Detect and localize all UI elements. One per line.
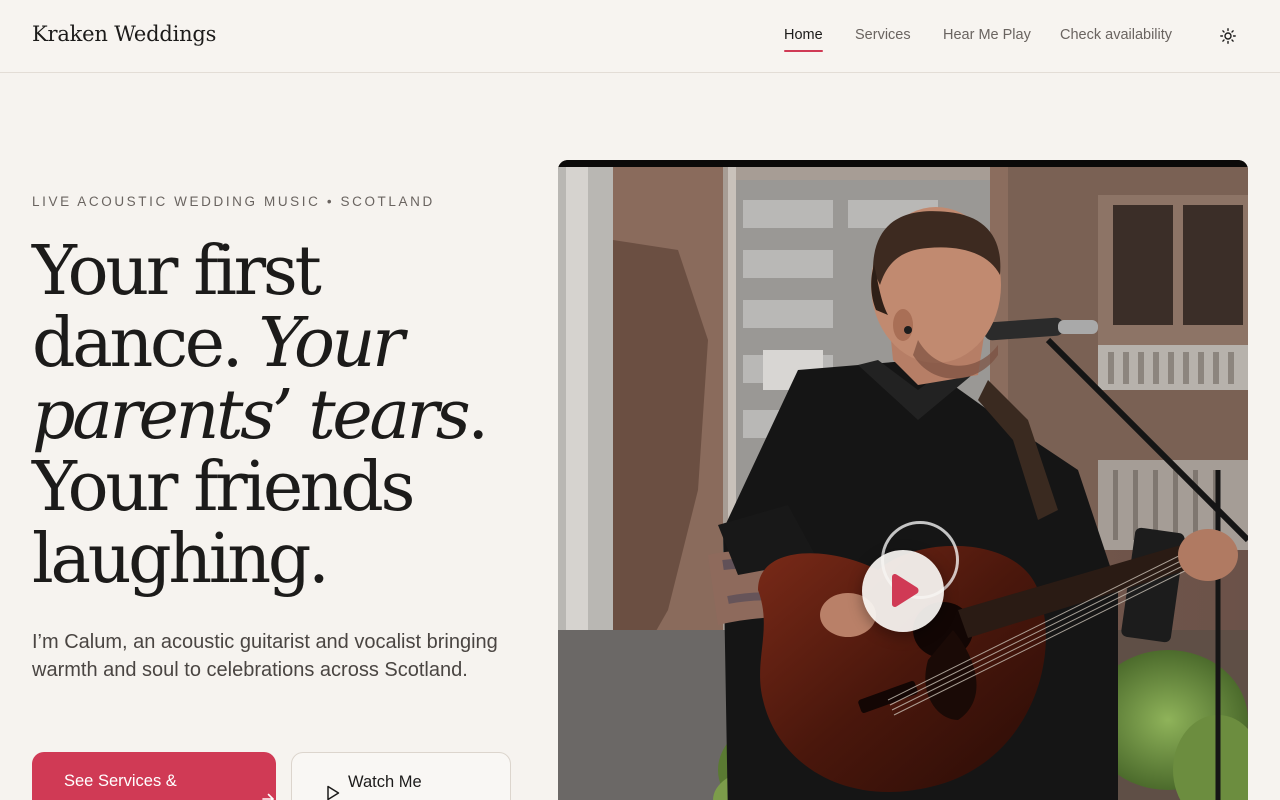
see-services-label: See Services &	[64, 772, 177, 790]
headline-line-1: Your first	[32, 232, 322, 311]
headline-line-3-plain: .	[467, 376, 489, 455]
hero-intro: I’m Calum, an acoustic guitarist and voc…	[32, 631, 498, 681]
hero-video[interactable]	[558, 160, 1248, 800]
nav-home-label: Home	[784, 27, 823, 43]
headline-line-2-italic: Your	[258, 304, 404, 383]
video-play-button[interactable]	[862, 550, 944, 632]
headline-line-2-plain: dance.	[32, 304, 259, 383]
headline-line-3: parents’ tears.	[32, 380, 532, 452]
nav-hear-me-play-label: Hear Me Play	[943, 27, 1031, 43]
nav-home[interactable]: Home	[784, 27, 823, 52]
nav-hear-me-play[interactable]: Hear Me Play	[943, 27, 1031, 43]
nav-services[interactable]: Services	[855, 27, 911, 43]
hero-headline: Your first dance. Your parents’ tears. Y…	[32, 236, 532, 596]
video-frame-image	[558, 160, 1248, 800]
nav-check-availability[interactable]: Check availability	[1060, 27, 1172, 43]
headline-line-4: Your friends	[32, 448, 415, 527]
site-header: Kraken Weddings Home Services Hear Me Pl…	[0, 0, 1280, 73]
play-icon	[892, 574, 919, 607]
theme-toggle-button[interactable]	[1216, 24, 1240, 48]
see-services-button[interactable]: See Services &	[32, 752, 276, 800]
arrow-right-icon	[262, 793, 274, 800]
headline-line-2: dance. Your	[32, 308, 532, 380]
brand-logo[interactable]: Kraken Weddings	[32, 22, 216, 46]
hero-eyebrow: LIVE ACOUSTIC WEDDING MUSIC • SCOTLAND	[32, 194, 435, 209]
sun-icon	[1220, 28, 1236, 44]
nav-active-indicator	[784, 50, 823, 52]
play-outline-icon	[327, 785, 340, 800]
watch-me-label: Watch Me	[348, 773, 422, 791]
headline-line-5: laughing.	[32, 520, 330, 599]
watch-me-button[interactable]: Watch Me	[291, 752, 511, 800]
nav-services-label: Services	[855, 27, 911, 43]
nav-check-availability-label: Check availability	[1060, 27, 1173, 43]
headline-line-3-italic: parents’ tears	[32, 376, 471, 455]
